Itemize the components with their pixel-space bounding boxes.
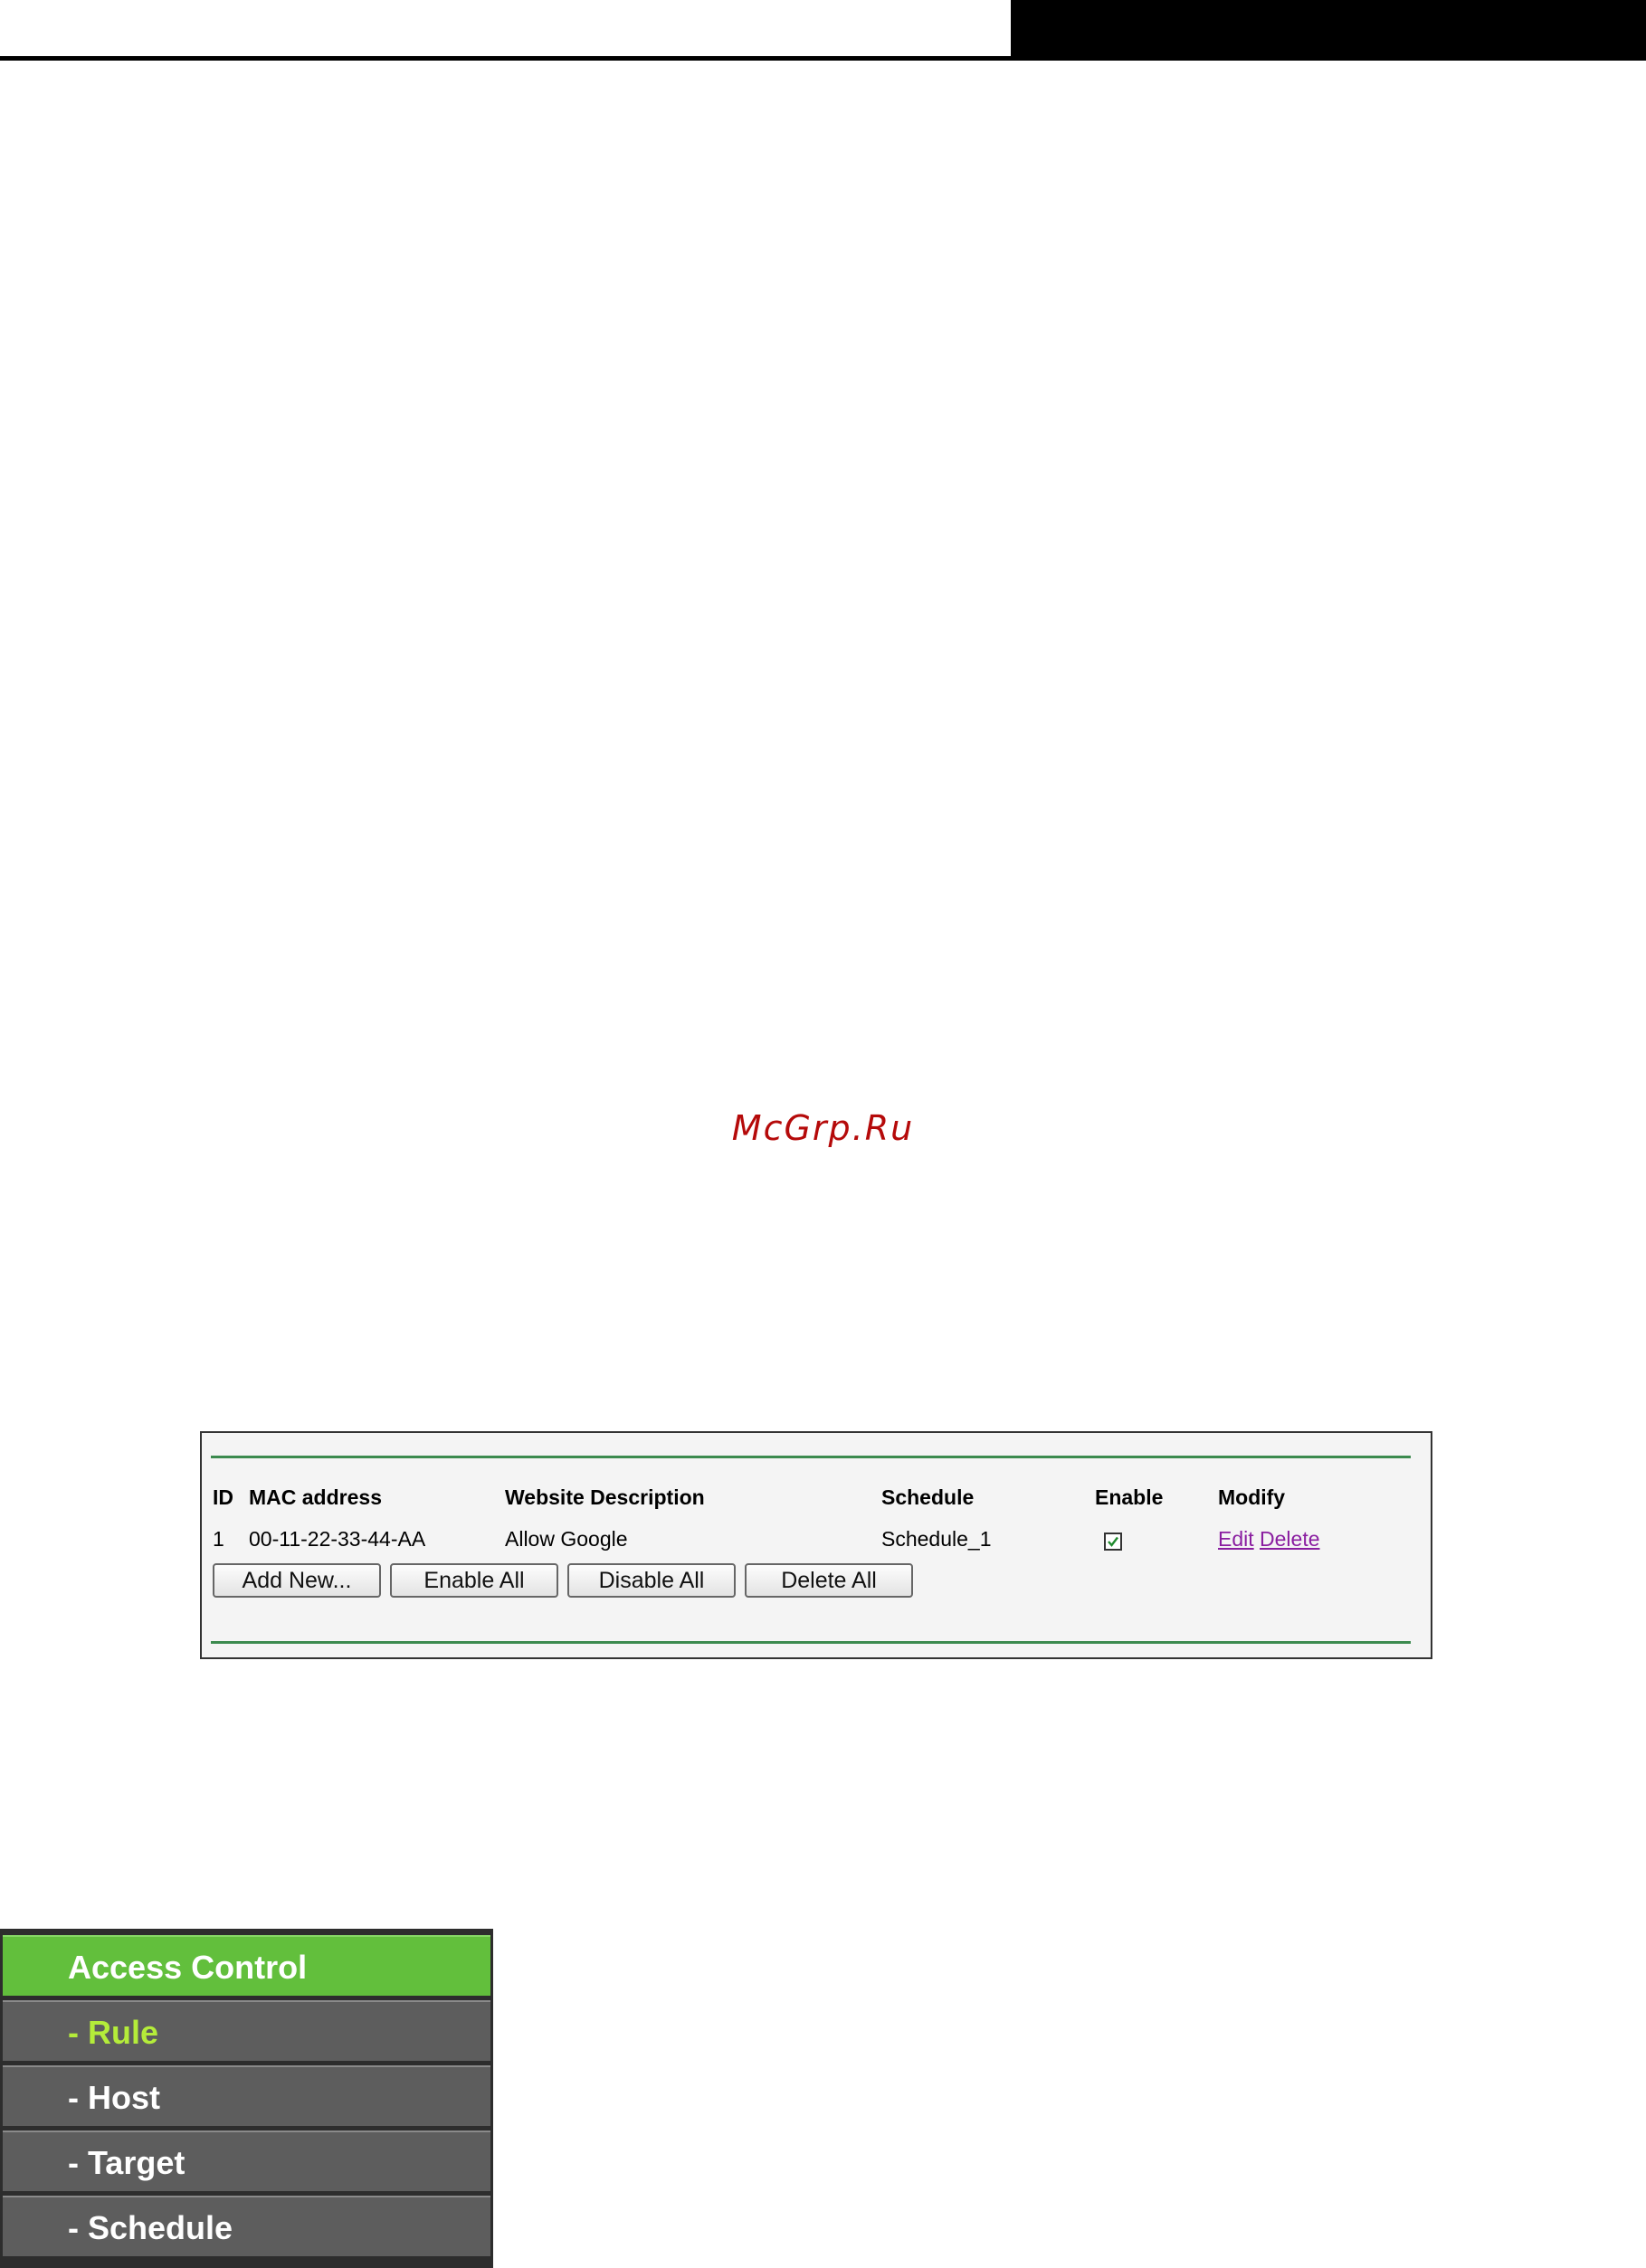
menu-item-rule[interactable]: - Rule — [3, 2000, 490, 2061]
enable-all-button[interactable]: Enable All — [390, 1563, 558, 1598]
rules-panel: ID MAC address Website Description Sched… — [200, 1431, 1432, 1659]
header-mac-address: MAC address — [249, 1485, 382, 1509]
checkmark-icon — [1108, 1537, 1118, 1548]
row-mac-address: 00-11-22-33-44-AA — [249, 1526, 426, 1551]
header-schedule: Schedule — [881, 1485, 975, 1509]
menu-item-schedule[interactable]: - Schedule — [3, 2196, 490, 2256]
header-enable: Enable — [1095, 1485, 1164, 1509]
row-id: 1 — [213, 1526, 224, 1551]
table-header-row: ID MAC address Website Description Sched… — [213, 1476, 1399, 1518]
panel-bottom-line — [211, 1641, 1411, 1644]
row-enable-cell — [1095, 1518, 1218, 1560]
rules-table: ID MAC address Website Description Sched… — [213, 1476, 1399, 1560]
table-row: 1 00-11-22-33-44-AA Allow Google Schedul… — [213, 1518, 1399, 1560]
header-website-description: Website Description — [505, 1485, 705, 1509]
delete-link[interactable]: Delete — [1260, 1527, 1319, 1551]
row-modify-cell: Edit Delete — [1218, 1518, 1399, 1560]
add-new-button[interactable]: Add New... — [213, 1563, 381, 1598]
row-website-description: Allow Google — [505, 1526, 628, 1551]
disable-all-button[interactable]: Disable All — [567, 1563, 736, 1598]
delete-all-button[interactable]: Delete All — [745, 1563, 913, 1598]
panel-top-line — [211, 1456, 1411, 1458]
menu-header-access-control[interactable]: Access Control — [3, 1935, 490, 1996]
edit-link[interactable]: Edit — [1218, 1527, 1254, 1551]
row-schedule: Schedule_1 — [881, 1526, 992, 1551]
menu-item-host[interactable]: - Host — [3, 2065, 490, 2126]
button-row: Add New... Enable All Disable All Delete… — [213, 1563, 913, 1598]
enable-checkbox[interactable] — [1104, 1533, 1122, 1552]
header-black-box — [1011, 0, 1646, 57]
watermark: McGrp.Ru — [731, 1108, 915, 1148]
menu-item-target[interactable]: - Target — [3, 2130, 490, 2191]
header-id: ID — [213, 1485, 233, 1509]
access-control-menu: Access Control - Rule - Host - Target - … — [0, 1929, 493, 2268]
header-modify: Modify — [1218, 1485, 1286, 1509]
header-rule — [0, 56, 1646, 61]
